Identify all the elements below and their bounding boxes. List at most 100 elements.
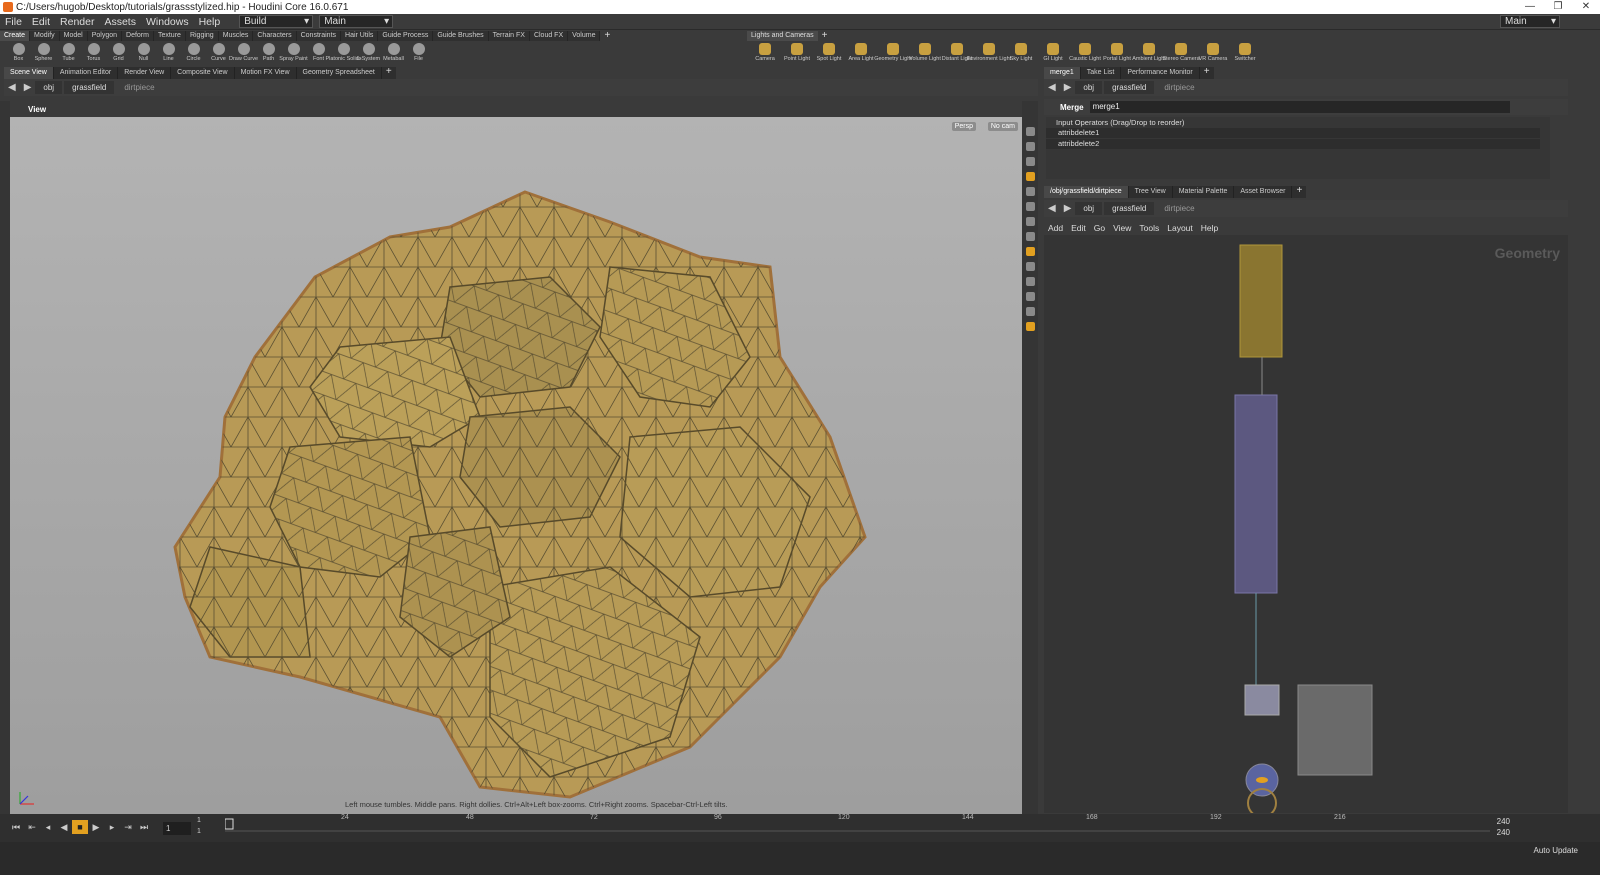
shelf-tool[interactable]: Point Light (781, 41, 813, 66)
net-menu-go[interactable]: Go (1090, 223, 1109, 233)
net-menu-help[interactable]: Help (1197, 223, 1222, 233)
step-forward-icon[interactable]: ▸ (104, 820, 120, 834)
tab-animation-editor[interactable]: Animation Editor (54, 67, 119, 79)
shelf-tab[interactable]: Guide Process (378, 31, 434, 41)
tab-take-list[interactable]: Take List (1081, 67, 1122, 79)
shelf-tab[interactable]: Create (0, 31, 31, 41)
jump-start-icon[interactable]: ⏮ (8, 820, 24, 834)
shelf-tab[interactable]: Texture (153, 31, 186, 41)
shelf-tab[interactable]: Polygon (87, 31, 123, 41)
grid-icon[interactable] (1025, 292, 1035, 301)
shelf-tool[interactable]: Ambient Light (1132, 41, 1166, 66)
shelf-tab[interactable]: Rigging (185, 31, 219, 41)
end-frame-2[interactable]: 240 (1497, 828, 1510, 837)
network-editor[interactable]: Geometry (1044, 235, 1568, 813)
crumb-obj[interactable]: obj (1075, 202, 1103, 215)
shelf-tool[interactable]: Geometry Light (874, 41, 912, 66)
shelf-tool[interactable]: Tube (56, 41, 81, 66)
shelf-tool[interactable]: Line (156, 41, 181, 66)
net-menu-tools[interactable]: Tools (1135, 223, 1163, 233)
shelf-tab[interactable]: Model (59, 31, 88, 41)
net-menu-layout[interactable]: Layout (1163, 223, 1197, 233)
handle-icon[interactable] (1025, 277, 1035, 286)
menu-edit[interactable]: Edit (27, 16, 55, 28)
crumb-dirtpiece[interactable]: dirtpiece (1156, 202, 1202, 215)
shelf-tool[interactable]: Stereo Camera (1162, 41, 1200, 66)
add-shelf-icon[interactable]: + (818, 31, 832, 41)
stop-icon[interactable]: ■ (72, 820, 88, 834)
shelf-tool[interactable]: Grid (106, 41, 131, 66)
display-points-icon[interactable] (1025, 217, 1035, 226)
shelf-tool[interactable]: Sphere (31, 41, 56, 66)
list-item[interactable]: attribdelete1 (1046, 128, 1540, 138)
shelf-tab[interactable]: Muscles (218, 31, 254, 41)
right-desktop-select[interactable]: Main ▾ (1500, 15, 1560, 28)
tab-scene-view[interactable]: Scene View (4, 67, 54, 79)
brush-icon[interactable] (1025, 262, 1035, 271)
forward-arrow-icon[interactable]: ▶ (20, 82, 36, 93)
next-key-icon[interactable]: ⇥ (120, 820, 136, 834)
forward-arrow-icon[interactable]: ▶ (1060, 82, 1076, 93)
tab-tree-view[interactable]: Tree View (1129, 186, 1173, 198)
close-icon[interactable]: ✕ (1572, 0, 1600, 14)
scene-viewport[interactable]: Persp No cam Left mouse tumbles. Middle … (10, 117, 1022, 814)
shelf-tab[interactable]: Guide Brushes (433, 31, 489, 41)
shelf-tool[interactable]: Circle (181, 41, 206, 66)
select-tool-icon[interactable] (1025, 127, 1035, 136)
shelf-tool[interactable]: Metaball (381, 41, 406, 66)
end-frame[interactable]: 240 (1497, 817, 1510, 826)
shelf-tool[interactable]: Box (6, 41, 31, 66)
shelf-tool[interactable]: Sky Light (1005, 41, 1037, 66)
shelf-tab[interactable]: Modify (30, 31, 60, 41)
shelf-tab[interactable]: Terrain FX (488, 31, 530, 41)
shelf-tool[interactable]: Portal Light (1101, 41, 1133, 66)
current-frame-field[interactable]: 1 (163, 822, 191, 835)
shelf-tab[interactable]: Characters (253, 31, 297, 41)
restore-icon[interactable]: ❐ (1544, 0, 1572, 14)
add-tab-icon[interactable]: + (1200, 67, 1214, 79)
desktop-select[interactable]: Build ▾ (239, 15, 314, 28)
node-name-field[interactable]: merge1 (1089, 101, 1510, 113)
desktop2-select[interactable]: Main ▾ (319, 15, 394, 28)
timeline-ruler[interactable] (225, 817, 1490, 839)
tab-network[interactable]: /obj/grassfield/dirtpiece (1044, 186, 1129, 198)
shelf-tool[interactable]: Spray Paint (279, 41, 308, 66)
shelf-tool[interactable]: L-System (356, 41, 381, 66)
tab-merge1[interactable]: merge1 (1044, 67, 1081, 79)
shelf-tool[interactable]: VR Camera (1197, 41, 1229, 66)
shelf-tool[interactable]: Spot Light (813, 41, 845, 66)
crumb-grassfield[interactable]: grassfield (1104, 202, 1155, 215)
play-reverse-icon[interactable]: ◀ (56, 820, 72, 834)
light-icon[interactable] (1025, 187, 1035, 196)
shelf-tool[interactable]: Font (306, 41, 331, 66)
shelf-tab-lights[interactable]: Lights and Cameras (747, 31, 818, 41)
list-item[interactable]: attribdelete2 (1046, 139, 1540, 149)
tab-composite-view[interactable]: Composite View (171, 67, 235, 79)
jump-end-icon[interactable]: ⏭ (136, 820, 152, 834)
crumb-obj[interactable]: obj (35, 81, 63, 94)
shelf-tool[interactable]: Null (131, 41, 156, 66)
net-menu-edit[interactable]: Edit (1067, 223, 1090, 233)
tab-material-palette[interactable]: Material Palette (1173, 186, 1235, 198)
shelf-tool[interactable]: Switcher (1229, 41, 1261, 66)
net-menu-add[interactable]: Add (1044, 223, 1067, 233)
shelf-tool[interactable]: Area Light (845, 41, 877, 66)
visualizer-icon[interactable] (1025, 322, 1035, 331)
add-tab-icon[interactable]: + (382, 67, 396, 79)
snap-icon[interactable] (1025, 247, 1035, 256)
shelf-tab[interactable]: Volume (568, 31, 601, 41)
tab-geometry-spreadsheet[interactable]: Geometry Spreadsheet (297, 67, 382, 79)
tab-render-view[interactable]: Render View (118, 67, 172, 79)
shelf-tool[interactable]: GI Light (1037, 41, 1069, 66)
tab-asset-browser[interactable]: Asset Browser (1234, 186, 1293, 198)
shelf-tool[interactable]: Distant Light (941, 41, 973, 66)
shelf-tab[interactable]: Constraints (296, 31, 342, 41)
menu-assets[interactable]: Assets (99, 16, 141, 28)
ghost-icon[interactable] (1025, 202, 1035, 211)
crumb-dirtpiece[interactable]: dirtpiece (1156, 81, 1202, 94)
shelf-tool[interactable]: Caustic Light (1069, 41, 1101, 66)
lock-icon[interactable] (1025, 142, 1035, 151)
crumb-grassfield[interactable]: grassfield (64, 81, 115, 94)
crumb-grassfield[interactable]: grassfield (1104, 81, 1155, 94)
crumb-dirtpiece[interactable]: dirtpiece (116, 81, 162, 94)
